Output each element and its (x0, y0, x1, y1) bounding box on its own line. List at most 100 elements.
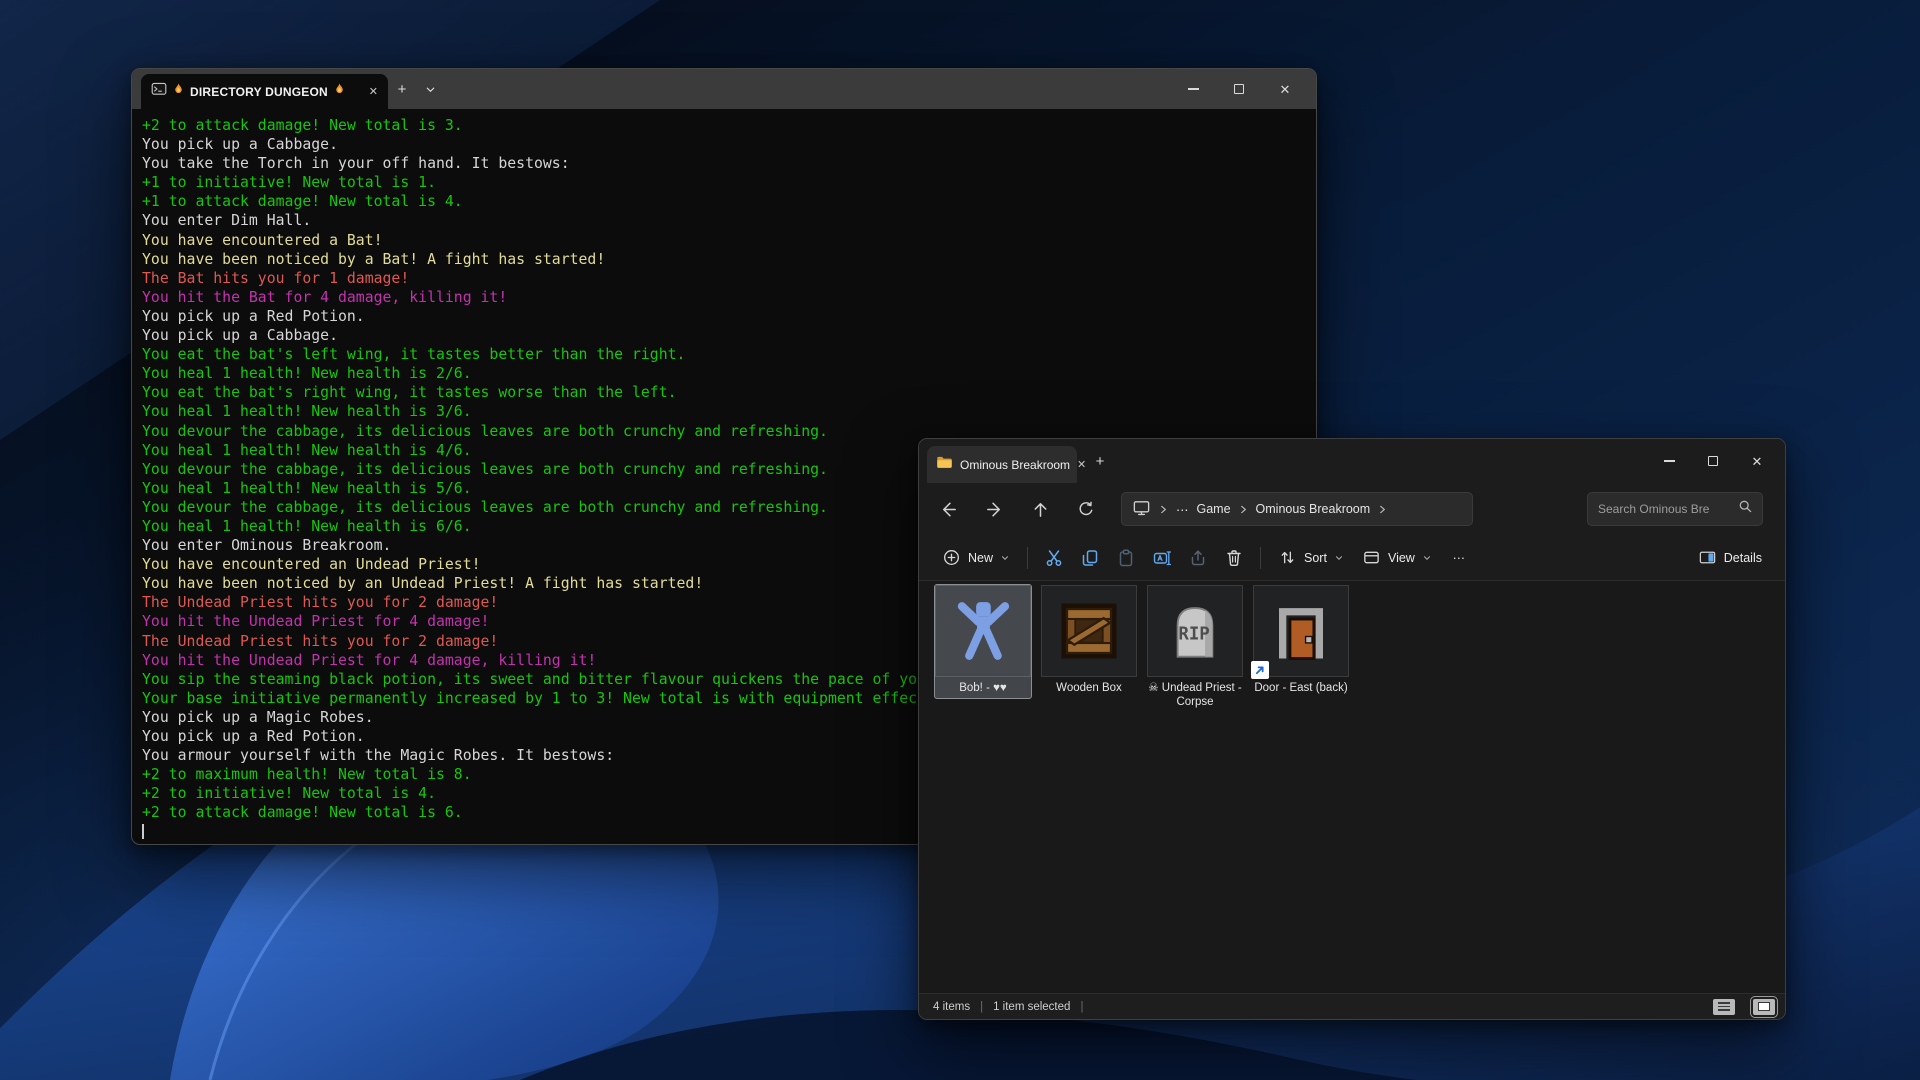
details-pane-label: Details (1724, 551, 1762, 565)
flame-icon (333, 82, 346, 101)
terminal-new-tab-button[interactable]: + (388, 76, 416, 102)
terminal-titlebar[interactable]: DIRECTORY DUNGEON ✕ + ✕ (132, 69, 1316, 109)
shortcut-arrow-icon (1251, 661, 1269, 679)
terminal-log-line: +1 to initiative! New total is 1. (142, 173, 1316, 192)
forward-button[interactable] (979, 494, 1009, 524)
terminal-log-line: You pick up a Red Potion. (142, 307, 1316, 326)
explorer-new-tab-button[interactable]: + (1087, 448, 1113, 474)
close-icon: ✕ (1752, 455, 1763, 468)
cut-button[interactable] (1036, 541, 1072, 575)
more-options-button[interactable]: ··· (1441, 541, 1477, 575)
selection-count: 1 item selected (993, 1001, 1070, 1013)
breadcrumb-chevron-icon (1239, 504, 1248, 515)
minimize-icon (1188, 88, 1199, 89)
file-item-door-east-back[interactable]: Door - East (back) (1252, 584, 1350, 699)
status-separator: | (1080, 1001, 1083, 1013)
file-item-undead-priest-corpse[interactable]: RIP☠ Undead Priest - Corpse (1146, 584, 1244, 713)
svg-text:RIP: RIP (1178, 624, 1209, 644)
terminal-maximize-button[interactable] (1216, 70, 1262, 108)
terminal-tab-dropdown-button[interactable] (416, 76, 444, 102)
terminal-tab-title: DIRECTORY DUNGEON (190, 85, 328, 99)
terminal-log-line: The Bat hits you for 1 damage! (142, 269, 1316, 288)
explorer-close-button[interactable]: ✕ (1735, 444, 1779, 478)
file-grid: Bob! - ♥♥ Wooden Box RIP☠ Undead Priest - … (919, 581, 1785, 993)
copy-icon (1080, 548, 1100, 568)
file-item-bob[interactable]: Bob! - ♥♥ (934, 584, 1032, 699)
paste-button[interactable] (1108, 541, 1144, 575)
copy-button[interactable] (1072, 541, 1108, 575)
new-button[interactable]: New (933, 541, 1019, 575)
breadcrumb[interactable]: ⋯ Game Ominous Breakroom (1121, 492, 1473, 526)
terminal-minimize-button[interactable] (1170, 70, 1216, 108)
breadcrumb-segment-ominous-breakroom[interactable]: Ominous Breakroom (1256, 502, 1371, 516)
share-icon (1188, 548, 1208, 568)
file-explorer-window: Ominous Breakroom ✕ + ✕ (918, 438, 1786, 1020)
plus-circle-icon (942, 548, 961, 567)
explorer-titlebar[interactable]: Ominous Breakroom ✕ + ✕ (919, 439, 1785, 483)
new-button-label: New (968, 551, 993, 565)
explorer-status-bar: 4 items | 1 item selected | (919, 993, 1785, 1019)
thumbnail-view-toggle[interactable] (1753, 999, 1775, 1015)
terminal-log-line: You hit the Bat for 4 damage, killing it… (142, 288, 1316, 307)
view-button-label: View (1388, 551, 1415, 565)
sort-button[interactable]: Sort (1269, 541, 1353, 575)
explorer-tab[interactable]: Ominous Breakroom ✕ (927, 446, 1077, 483)
terminal-log-line: You heal 1 health! New health is 2/6. (142, 364, 1316, 383)
file-label: Wooden Box (1041, 681, 1137, 695)
close-icon: ✕ (1280, 83, 1291, 96)
delete-button[interactable] (1216, 541, 1252, 575)
share-button[interactable] (1180, 541, 1216, 575)
more-options-icon: ··· (1453, 551, 1466, 565)
explorer-minimize-button[interactable] (1647, 444, 1691, 478)
up-button[interactable] (1025, 494, 1055, 524)
chevron-down-icon (1334, 553, 1344, 563)
maximize-icon (1708, 456, 1718, 466)
door-icon (1253, 585, 1349, 677)
this-pc-icon[interactable] (1132, 498, 1151, 520)
details-pane-button[interactable]: Details (1689, 541, 1771, 575)
terminal-tab-close-icon[interactable]: ✕ (369, 85, 378, 98)
scissors-icon (1044, 548, 1064, 568)
breadcrumb-chevron-icon (1159, 504, 1168, 515)
terminal-log-line: You have been noticed by a Bat! A fight … (142, 250, 1316, 269)
chevron-down-icon (1422, 553, 1432, 563)
item-count: 4 items (933, 1001, 970, 1013)
breadcrumb-overflow[interactable]: ⋯ (1176, 502, 1189, 517)
search-icon[interactable] (1737, 498, 1754, 520)
explorer-maximize-button[interactable] (1691, 444, 1735, 478)
terminal-app-icon (151, 81, 167, 102)
chevron-down-icon (1000, 553, 1010, 563)
details-pane-icon (1698, 548, 1717, 567)
sort-button-label: Sort (1304, 551, 1327, 565)
toolbar-divider (1027, 547, 1028, 569)
terminal-close-button[interactable]: ✕ (1262, 70, 1308, 108)
terminal-tab[interactable]: DIRECTORY DUNGEON ✕ (141, 74, 388, 109)
file-label: Bob! - ♥♥ (935, 681, 1031, 695)
terminal-log-line: +2 to attack damage! New total is 3. (142, 116, 1316, 135)
gravestone-icon: RIP (1147, 585, 1243, 677)
search-input[interactable]: Search Ominous Bre (1587, 492, 1763, 526)
person-icon (935, 585, 1031, 677)
terminal-log-line: You eat the bat's left wing, it tastes b… (142, 345, 1316, 364)
terminal-log-line: You have encountered a Bat! (142, 231, 1316, 250)
toolbar-divider (1260, 547, 1261, 569)
explorer-tab-close-icon[interactable]: ✕ (1077, 458, 1086, 471)
folder-icon (936, 455, 953, 474)
details-view-toggle[interactable] (1713, 999, 1735, 1015)
explorer-tab-title: Ominous Breakroom (960, 458, 1070, 472)
explorer-command-bar: New (919, 535, 1785, 581)
desktop: DIRECTORY DUNGEON ✕ + ✕ +2 to atta (0, 0, 1920, 1080)
search-placeholder: Search Ominous Bre (1598, 502, 1737, 516)
terminal-log-line: You eat the bat's right wing, it tastes … (142, 383, 1316, 402)
back-button[interactable] (933, 494, 963, 524)
view-icon (1362, 548, 1381, 567)
breadcrumb-segment-game[interactable]: Game (1197, 502, 1231, 516)
terminal-log-line: You enter Dim Hall. (142, 211, 1316, 230)
view-button[interactable]: View (1353, 541, 1441, 575)
rename-button[interactable] (1144, 541, 1180, 575)
terminal-log-line: You take the Torch in your off hand. It … (142, 154, 1316, 173)
file-item-wooden-box[interactable]: Wooden Box (1040, 584, 1138, 699)
rename-icon (1152, 548, 1172, 568)
flame-icon (172, 82, 185, 101)
refresh-button[interactable] (1071, 494, 1101, 524)
